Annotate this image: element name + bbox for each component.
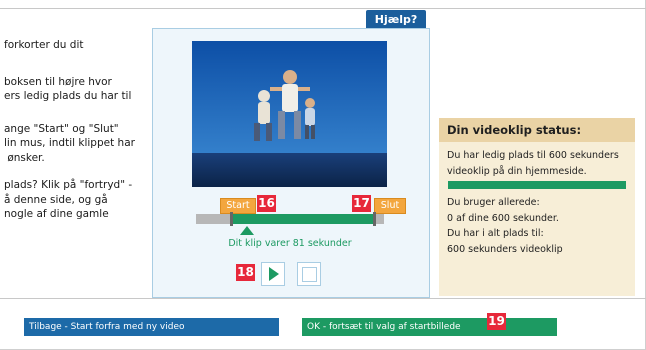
- storage-progress-bar: [448, 181, 626, 189]
- instruction-text-3: ange "Start" og "Slut" lin mus, indtil k…: [4, 122, 135, 164]
- help-tab[interactable]: Hjælp?: [366, 10, 426, 29]
- clip-duration-text: Dit klip varer 81 sekunder: [228, 238, 352, 249]
- playhead-marker[interactable]: [240, 226, 254, 235]
- instruction-text-1: forkorter du dit: [4, 39, 84, 51]
- callout-badge-19: 19: [487, 313, 506, 330]
- callout-badge-17: 17: [352, 195, 371, 212]
- stop-icon: [302, 267, 317, 282]
- top-divider: [0, 8, 646, 9]
- end-handle[interactable]: [372, 212, 376, 226]
- callout-badge-16: 16: [257, 195, 276, 212]
- instructions-column: forkorter du dit boksen til højre hvor e…: [4, 38, 150, 235]
- selected-clip-range: [231, 214, 375, 224]
- bottom-divider: [0, 298, 646, 299]
- stop-button[interactable]: [297, 262, 321, 286]
- start-handle[interactable]: [229, 212, 233, 226]
- back-button[interactable]: Tilbage - Start forfra med ny video: [24, 318, 279, 336]
- instruction-text-4: plads? Klik på "fortryd" - å denne side,…: [4, 179, 133, 220]
- instruction-text-2: boksen til højre hvor ers ledig plads du…: [4, 75, 132, 103]
- play-button[interactable]: [261, 262, 285, 286]
- video-preview-image: [192, 41, 387, 187]
- status-title: Din videoklip status:: [447, 123, 582, 137]
- status-available-text: Du har ledig plads til 600 sekunders vid…: [447, 150, 619, 177]
- clip-end-marker[interactable]: Slut: [374, 198, 406, 214]
- clip-start-marker[interactable]: Start: [220, 198, 256, 214]
- callout-badge-18: 18: [236, 264, 255, 281]
- status-usage-text: Du bruger allerede: 0 af dine 600 sekund…: [447, 197, 563, 255]
- ok-continue-button[interactable]: OK - fortsæt til valg af startbillede: [302, 318, 557, 336]
- play-icon: [269, 267, 279, 281]
